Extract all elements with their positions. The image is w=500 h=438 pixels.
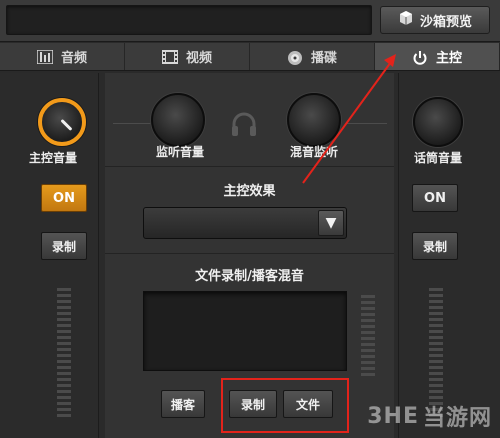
tab-video[interactable]: 视频 <box>125 43 250 70</box>
divider <box>105 166 394 167</box>
recording-display <box>143 291 347 371</box>
mic-on-button[interactable]: ON <box>412 184 458 212</box>
film-icon <box>161 49 178 64</box>
mic-volume-column: 话筒音量 ON 录制 <box>398 73 500 438</box>
master-volume-knob[interactable] <box>38 98 86 146</box>
divider <box>113 123 151 124</box>
tab-audio-label: 音频 <box>60 51 87 66</box>
mic-volume-knob[interactable] <box>413 97 463 147</box>
divider <box>105 253 394 254</box>
master-on-button[interactable]: ON <box>41 184 87 212</box>
sandbox-preview-label: 沙箱预览 <box>419 14 472 30</box>
master-record-button[interactable]: 录制 <box>41 232 87 260</box>
file-recording-title: 文件录制/播客混音 <box>195 269 304 284</box>
sandbox-preview-button[interactable]: 沙箱预览 <box>380 6 490 34</box>
monitor-volume-knob[interactable] <box>151 93 205 147</box>
watermark-brand: 3HE <box>367 403 419 429</box>
watermark: 3HE 当游网 <box>367 400 492 432</box>
mix-monitor-knob[interactable] <box>287 93 341 147</box>
watermark-site: 当游网 <box>422 406 492 431</box>
tab-video-label: 视频 <box>185 51 212 66</box>
highlight-box <box>221 378 349 433</box>
chevron-down-icon[interactable]: ▼ <box>318 210 344 236</box>
tab-audio[interactable]: 音频 <box>0 43 125 70</box>
mic-level-meter <box>429 288 443 417</box>
mic-volume-label: 话筒音量 <box>413 151 462 165</box>
mic-record-button[interactable]: 录制 <box>412 232 458 260</box>
master-level-meter <box>57 288 71 417</box>
mix-monitor-label: 混音监听 <box>289 145 338 159</box>
tab-master[interactable]: 主控 <box>375 43 500 70</box>
master-effects-dropdown[interactable]: ▼ <box>143 207 347 239</box>
podcast-button[interactable]: 播客 <box>161 390 205 418</box>
master-volume-label: 主控音量 <box>28 151 77 165</box>
knob-indicator <box>60 118 73 131</box>
divider <box>347 123 387 124</box>
disc-icon <box>287 50 303 65</box>
tab-disc-label: 播碟 <box>310 51 337 66</box>
track-display <box>6 5 372 35</box>
master-volume-column: 主控音量 ON 录制 <box>0 73 99 438</box>
tab-master-label: 主控 <box>435 51 462 66</box>
headphones-icon <box>229 109 259 142</box>
tab-disc[interactable]: 播碟 <box>250 43 375 70</box>
cube-icon <box>398 10 414 30</box>
center-level-meter <box>361 295 375 376</box>
equalizer-icon <box>36 48 54 65</box>
monitor-volume-label: 监听音量 <box>155 145 204 159</box>
main-tabs: 音频 视频 播碟 主控 <box>0 43 500 71</box>
power-icon <box>412 50 428 65</box>
top-bar: 沙箱预览 <box>0 0 500 42</box>
master-effects-title: 主控效果 <box>223 184 276 199</box>
